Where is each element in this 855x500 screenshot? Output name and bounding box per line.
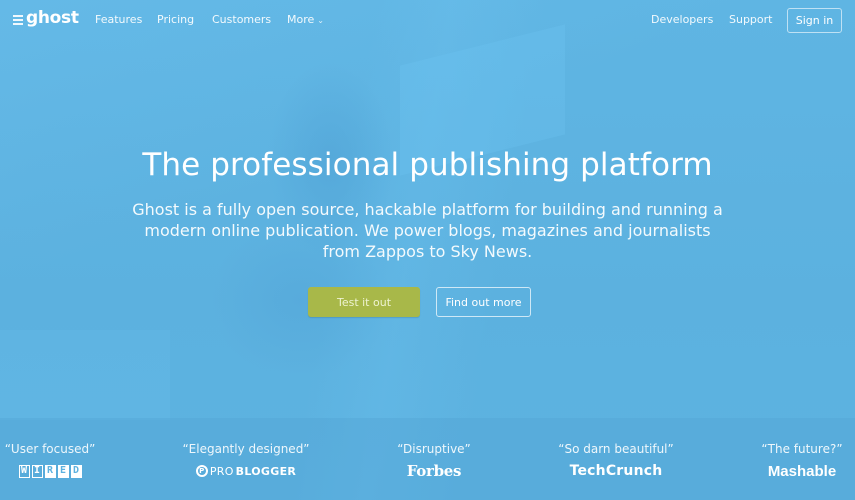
nav-link-more-label: More [287,13,315,26]
testimonial-problogger: “Elegantly designed” P PRO BLOGGER [176,441,316,480]
chevron-down-icon: ⌄ [317,16,324,25]
problogger-blogger: BLOGGER [235,464,297,478]
nav-link-support[interactable]: Support [729,13,772,27]
nav-link-more[interactable]: More ⌄ [287,13,324,28]
wired-letter: E [57,464,69,478]
testimonial-techcrunch: “So darn beautiful” TechCrunch [551,441,681,480]
hero-description: Ghost is a fully open source, hackable p… [132,200,723,261]
problogger-icon: P [195,465,208,477]
nav-link-pricing[interactable]: Pricing [157,13,194,27]
mashable-logo[interactable]: Mashable [768,462,836,480]
background-shape [0,330,170,420]
wired-letter: D [70,464,82,478]
find-out-more-button[interactable]: Find out more [436,287,531,317]
techcrunch-logo[interactable]: TechCrunch [570,462,663,480]
nav-link-developers[interactable]: Developers [651,13,713,27]
testimonial-quote: “Disruptive” [397,442,471,456]
testimonial-quote: “User focused” [4,442,96,456]
testimonial-quote: “Elegantly designed” [182,442,310,456]
test-it-out-button[interactable]: Test it out [308,287,420,317]
logo-text: ghost [26,8,79,28]
testimonial-forbes: “Disruptive” Forbes [386,441,482,480]
testimonial-wired: “User focused” W I R E D [4,441,96,480]
wired-letter: I [31,464,43,478]
wired-letter: W [18,464,30,478]
wired-letter: R [44,464,56,478]
testimonial-quote: “The future?” [761,442,843,456]
nav-link-customers[interactable]: Customers [212,13,271,27]
wired-logo[interactable]: W I R E D [18,462,82,480]
problogger-logo[interactable]: P PRO BLOGGER [195,462,297,480]
testimonial-mashable: “The future?” Mashable [754,441,850,480]
testimonial-quote: “So darn beautiful” [558,442,674,456]
sign-in-button[interactable]: Sign in [787,8,842,33]
problogger-pro: PRO [209,464,234,478]
top-navigation: ghost Features Pricing Customers More ⌄ D… [0,0,855,40]
forbes-logo[interactable]: Forbes [407,462,462,480]
ghost-logo-icon [13,14,23,25]
page-title: The professional publishing platform [142,147,713,183]
nav-link-features[interactable]: Features [95,13,142,27]
ghost-logo[interactable]: ghost [13,8,79,28]
